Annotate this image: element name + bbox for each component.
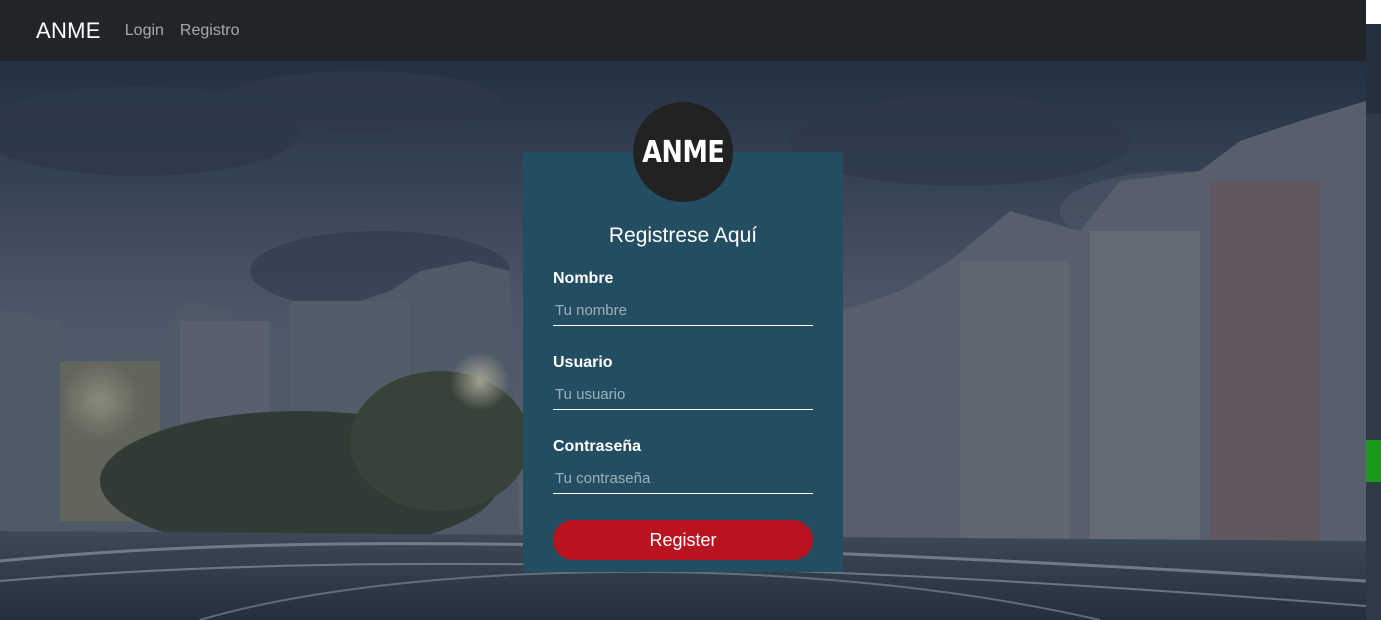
contrasena-input[interactable] xyxy=(553,464,813,494)
register-title: Registrese Aquí xyxy=(608,224,758,247)
nombre-label: Nombre xyxy=(553,270,614,287)
nav-link-registro[interactable]: Registro xyxy=(180,22,240,40)
anme-logo: ANME xyxy=(633,102,733,202)
nav-link-login[interactable]: Login xyxy=(125,22,164,40)
edge-white-block xyxy=(1366,0,1381,24)
register-button[interactable]: Register xyxy=(553,520,813,560)
right-edge-panel xyxy=(1366,0,1381,620)
contrasena-label: Contraseña xyxy=(553,438,642,455)
usuario-label: Usuario xyxy=(553,354,613,371)
page: ANME Login Registro Registrese Aquí Nomb… xyxy=(0,0,1381,620)
edge-dark-block xyxy=(1366,24,1381,114)
usuario-input[interactable] xyxy=(553,380,813,410)
nombre-input[interactable] xyxy=(553,296,813,326)
edge-green-block xyxy=(1366,440,1381,482)
register-card: Registrese Aquí Nombre Usuario Contraseñ… xyxy=(523,152,843,572)
anme-logo-text: ANME xyxy=(641,134,725,170)
navbar: ANME Login Registro xyxy=(0,0,1366,61)
navbar-brand[interactable]: ANME xyxy=(36,18,101,44)
